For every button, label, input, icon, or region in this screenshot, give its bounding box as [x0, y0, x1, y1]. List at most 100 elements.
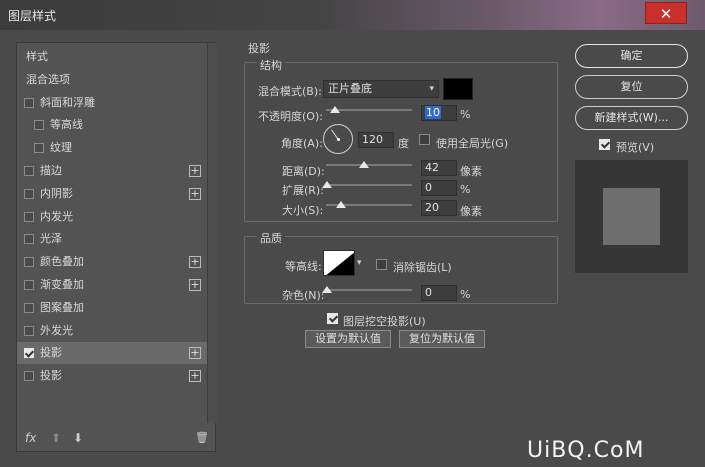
spread-unit: % [460, 183, 471, 196]
contour-preview[interactable] [323, 250, 355, 276]
style-item-13[interactable]: 投影 + [17, 342, 207, 365]
style-item-checkbox[interactable] [34, 143, 44, 154]
style-item-checkbox[interactable] [24, 280, 34, 290]
set-default-button[interactable]: 设置为默认值 [305, 330, 391, 348]
angle-dial[interactable] [323, 124, 353, 154]
spread-slider[interactable] [322, 181, 412, 188]
opacity-slider[interactable] [326, 106, 412, 113]
spread-label: 扩展(R): [282, 184, 324, 197]
style-item-label: 等高线 [50, 118, 83, 132]
distance-slider-thumb[interactable] [359, 161, 369, 168]
style-item-14[interactable]: 投影 + [17, 365, 207, 387]
style-item-checkbox[interactable] [24, 325, 34, 336]
style-item-checkbox[interactable] [34, 120, 44, 131]
close-icon: ✕ [659, 5, 673, 23]
size-input[interactable]: 20 [421, 200, 457, 216]
preview-label: 预览(V) [616, 141, 655, 154]
size-slider[interactable] [326, 201, 412, 208]
style-item-checkbox[interactable] [24, 371, 34, 382]
add-effect-icon[interactable]: + [189, 165, 201, 177]
style-item-12[interactable]: 外发光 [17, 320, 207, 342]
style-item-3[interactable]: 等高线 [17, 114, 207, 136]
shadow-color-swatch[interactable] [443, 78, 473, 100]
styles-list-footer: fx ⬆ ⬇ 🗑 [17, 427, 215, 451]
opacity-slider-thumb[interactable] [330, 106, 340, 113]
fx-icon[interactable]: fx [25, 431, 36, 445]
style-item-checkbox[interactable] [24, 302, 34, 313]
size-slider-thumb[interactable] [336, 201, 346, 208]
angle-unit: 度 [398, 137, 409, 150]
spread-input[interactable]: 0 [421, 180, 457, 196]
angle-value: 120 [362, 133, 383, 146]
style-item-checkbox[interactable] [24, 234, 34, 245]
preview-checkbox[interactable] [599, 139, 610, 150]
style-item-6[interactable]: 内阴影 + [17, 183, 207, 205]
size-label: 大小(S): [282, 204, 324, 217]
noise-slider[interactable] [322, 286, 412, 293]
distance-label: 距离(D): [282, 165, 325, 178]
style-item-label: 颜色叠加 [40, 255, 84, 269]
noise-slider-thumb[interactable] [322, 286, 332, 293]
style-item-5[interactable]: 描边 + [17, 160, 207, 182]
ok-button[interactable]: 确定 [575, 44, 688, 68]
style-item-9[interactable]: 颜色叠加 + [17, 251, 207, 273]
style-preview-swatch [603, 188, 660, 245]
noise-input[interactable]: 0 [421, 285, 457, 301]
noise-unit: % [460, 288, 471, 301]
style-item-2[interactable]: 斜面和浮雕 [17, 92, 207, 114]
style-item-4[interactable]: 纹理 [17, 137, 207, 159]
add-effect-icon[interactable]: + [189, 370, 201, 383]
style-item-label: 斜面和浮雕 [40, 95, 95, 109]
style-item-label: 描边 [40, 164, 62, 177]
knockout-label: 图层挖空投影(U) [343, 315, 426, 328]
style-item-10[interactable]: 渐变叠加 + [17, 274, 207, 296]
style-item-checkbox[interactable] [24, 97, 34, 108]
style-item-checkbox[interactable] [24, 257, 34, 268]
global-light-checkbox[interactable] [419, 134, 430, 145]
delete-icon[interactable]: 🗑 [195, 431, 209, 444]
move-down-icon[interactable]: ⬇ [73, 431, 83, 445]
add-effect-icon[interactable]: + [189, 279, 201, 291]
style-item-label: 投影 [40, 369, 62, 383]
spread-slider-thumb[interactable] [322, 181, 332, 188]
style-item-1[interactable]: 混合选项 [17, 69, 207, 91]
opacity-input[interactable]: 10 [421, 105, 457, 121]
style-item-0[interactable]: 样式 [17, 46, 207, 68]
title-bar[interactable]: 图层样式 ✕ [0, 0, 705, 30]
style-item-11[interactable]: 图案叠加 [17, 297, 207, 319]
close-button[interactable]: ✕ [645, 2, 687, 24]
style-item-8[interactable]: 光泽 [17, 228, 207, 250]
angle-label: 角度(A): [281, 137, 323, 150]
style-item-7[interactable]: 内发光 [17, 206, 207, 228]
new-style-button[interactable]: 新建样式(W)... [575, 106, 688, 130]
style-item-checkbox[interactable] [24, 188, 34, 199]
style-item-checkbox[interactable] [24, 348, 34, 359]
noise-label: 杂色(N): [282, 289, 325, 302]
styles-list-scrollbar[interactable] [207, 43, 217, 423]
style-item-checkbox[interactable] [24, 211, 34, 222]
move-up-icon[interactable]: ⬆ [51, 431, 61, 445]
knockout-checkbox[interactable] [327, 313, 338, 324]
antialias-checkbox[interactable] [376, 259, 387, 270]
contour-curve-icon [326, 252, 354, 275]
style-item-label: 混合选项 [26, 72, 70, 86]
reset-button[interactable]: 复位 [575, 75, 688, 99]
contour-dropdown-icon[interactable]: ▾ [357, 258, 362, 268]
angle-dial-center [337, 138, 340, 141]
antialias-label: 消除锯齿(L) [393, 261, 452, 274]
style-item-label: 样式 [26, 50, 48, 63]
angle-input[interactable]: 120 [358, 132, 394, 148]
blend-mode-select[interactable]: 正片叠底 ▾ [323, 80, 439, 98]
style-item-label: 投影 [40, 346, 62, 360]
distance-slider[interactable] [326, 161, 412, 168]
reset-default-button[interactable]: 复位为默认值 [399, 330, 485, 348]
size-value: 20 [425, 201, 439, 214]
distance-input[interactable]: 42 [421, 160, 457, 176]
add-effect-icon[interactable]: + [189, 187, 201, 200]
add-effect-icon[interactable]: + [189, 256, 201, 269]
opacity-value: 10 [425, 106, 441, 119]
add-effect-icon[interactable]: + [189, 347, 201, 360]
structure-title: 结构 [257, 57, 285, 73]
style-item-checkbox[interactable] [24, 166, 34, 176]
styles-list-panel: 样式 混合选项 斜面和浮雕 等高线 纹理 描边 + 内阴影 + 内发光 光泽 颜色叠加 + 渐变叠加 + 图案… [16, 42, 217, 452]
